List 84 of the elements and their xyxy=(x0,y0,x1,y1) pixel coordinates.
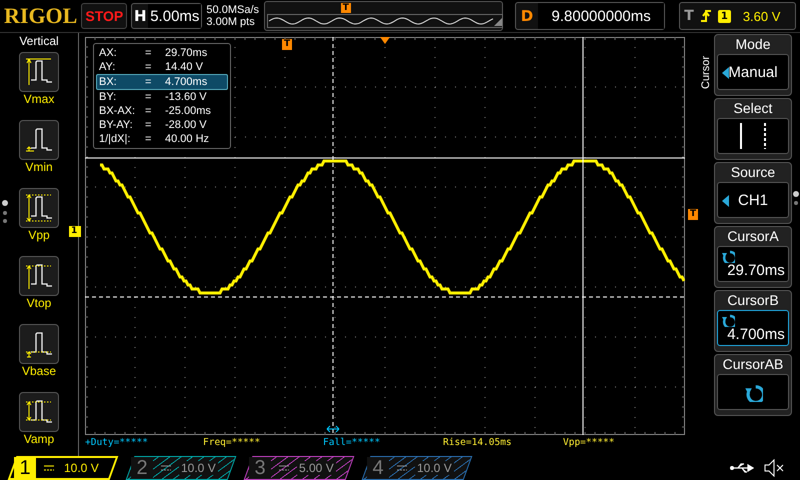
timebase-box[interactable]: H 5.00ms xyxy=(131,3,202,29)
softkey-label: CursorB xyxy=(727,291,779,310)
softkey-card[interactable]: Mode Manual xyxy=(714,34,792,96)
readout-label: BX-AX: xyxy=(99,104,136,118)
run-stop-button[interactable]: STOP xyxy=(81,3,128,29)
readout-equals: = xyxy=(145,132,152,146)
trigger-level-marker: T xyxy=(688,209,698,220)
softkey-value: Manual xyxy=(728,64,778,80)
measure-label: Vpp xyxy=(28,228,50,244)
measure-label: Vmax xyxy=(24,92,54,108)
channel-offset-marker: 1 xyxy=(69,226,82,237)
softkey-card[interactable]: Select xyxy=(714,98,792,160)
trigger-label: T xyxy=(684,8,694,24)
softkey-field[interactable]: 4.700ms xyxy=(717,310,789,346)
channel-tab[interactable]: 3 5.00 V xyxy=(244,456,354,480)
measure-label: Vamp xyxy=(24,432,54,448)
readout-equals: = xyxy=(145,118,152,132)
readout-value: 29.70ms xyxy=(165,46,208,60)
readout-value: -25.00ms xyxy=(165,104,212,118)
timebase-label: H xyxy=(132,7,148,25)
softkey-label: Source xyxy=(730,163,776,182)
softkey-card[interactable]: CursorAB xyxy=(714,354,792,416)
trigger-box[interactable]: T 1 3.60 V xyxy=(679,2,796,30)
trigger-source: 1 xyxy=(718,10,731,22)
channel-scale: 10.0 V xyxy=(63,461,100,475)
softkey-value: 29.70ms xyxy=(727,262,785,279)
trigger-marker: T xyxy=(340,3,351,13)
softkey-value: 4.700ms xyxy=(727,326,785,343)
softkey-field[interactable]: 29.70ms xyxy=(717,246,789,282)
trigger-level: 3.60 V xyxy=(742,8,780,24)
readout-label: AY: xyxy=(99,60,116,74)
readout-equals: = xyxy=(145,90,152,104)
delay-value: 9.80000000ms xyxy=(538,3,664,29)
readout-label: BY: xyxy=(99,90,118,104)
channel-number: 1 xyxy=(14,457,36,479)
channel-scale: 5.00 V xyxy=(297,461,336,475)
channel-scale: 10.0 V xyxy=(179,461,218,475)
channel-tab[interactable]: 2 10.0 V xyxy=(126,456,236,480)
readout-label: AX: xyxy=(99,46,118,60)
softkey-card[interactable]: CursorB 4.700ms xyxy=(714,290,792,352)
softkey-label: Mode xyxy=(735,35,771,54)
softkey-field[interactable]: CH1 xyxy=(717,182,789,218)
readout-value: 14.40 V xyxy=(165,60,204,74)
delay-label: D xyxy=(520,7,534,25)
readout-label: 1/|dX|: xyxy=(99,132,132,146)
sample-rate: 50.0MSa/s xyxy=(206,4,260,16)
readout-equals: = xyxy=(145,104,152,118)
memory-depth: 3.00M pts xyxy=(206,16,256,28)
measure-label: Vmin xyxy=(25,160,53,176)
readout-value: 40.00 Hz xyxy=(165,132,210,146)
measure-label: Vtop xyxy=(26,296,52,312)
delay-box[interactable]: D 9.80000000ms xyxy=(515,2,666,30)
measurement-reading: +Duty=***** xyxy=(85,436,149,450)
channel-tab[interactable]: 4 10.0 V xyxy=(362,456,472,480)
channel-scale: 10.0 V xyxy=(415,461,454,475)
softkey-label: Select xyxy=(734,99,772,118)
menu-title: Cursor xyxy=(700,54,713,89)
measurement-reading: Rise=14.05ms xyxy=(443,436,513,450)
channel-number: 4 xyxy=(367,457,389,479)
readout-equals: = xyxy=(145,75,152,89)
readout-label: BY-AY: xyxy=(99,118,134,132)
measurement-reading: Vpp=***** xyxy=(563,436,616,450)
brand-logo: RIGOL xyxy=(4,3,78,29)
softkey-field[interactable]: Manual xyxy=(717,54,789,90)
measurement-reading: Fall=***** xyxy=(323,436,382,450)
channel-number: 3 xyxy=(249,457,271,479)
readout-value: -28.00 V xyxy=(165,118,208,132)
channel-number: 2 xyxy=(131,457,153,479)
measurement-reading: Freq=***** xyxy=(203,436,262,450)
menu-title: Vertical xyxy=(19,33,59,48)
measure-label: Vbase xyxy=(22,364,56,380)
readout-equals: = xyxy=(145,60,152,74)
readout-value: -13.60 V xyxy=(165,90,208,104)
trigger-position-marker: T xyxy=(282,39,292,50)
readout-value: 4.700ms xyxy=(165,75,208,89)
channel-tab[interactable]: 1 10.0 V xyxy=(8,456,118,480)
softkey-card[interactable]: Source CH1 xyxy=(714,162,792,224)
softkey-value: CH1 xyxy=(738,192,768,208)
softkey-label: CursorAB xyxy=(722,355,784,374)
timebase-value: 5.00ms xyxy=(148,4,202,28)
softkey-label: CursorA xyxy=(727,227,779,246)
softkey-card[interactable]: CursorA 29.70ms xyxy=(714,226,792,288)
readout-equals: = xyxy=(145,46,152,60)
readout-label: BX: xyxy=(99,75,118,89)
